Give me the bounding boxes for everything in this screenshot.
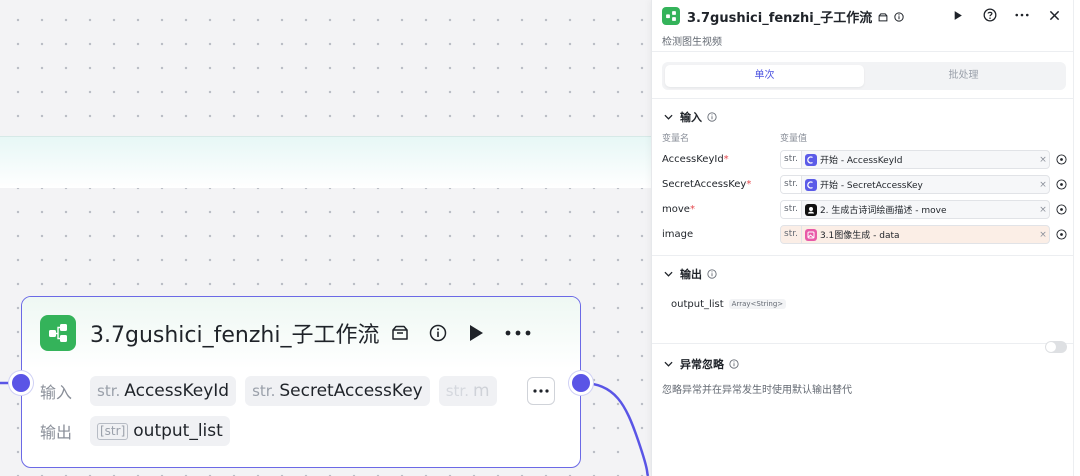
crosshair-icon[interactable] bbox=[1055, 154, 1067, 166]
tab-batch[interactable]: 批处理 bbox=[864, 65, 1063, 87]
image-gen-icon bbox=[804, 228, 817, 241]
chevron-down-icon[interactable] bbox=[662, 358, 674, 370]
more-icon[interactable] bbox=[505, 330, 531, 336]
info-icon[interactable] bbox=[707, 269, 717, 279]
panel-header: 3.7gushici_fenzhi_子工作流 检测图生视频 bbox=[652, 0, 1073, 52]
node-header[interactable]: 3.7gushici_fenzhi_子工作流 bbox=[22, 297, 580, 369]
col-var-name: 变量名 bbox=[662, 134, 690, 144]
value-field-secretaccesskey[interactable]: str. 开始 - SecretAccessKey × bbox=[780, 175, 1050, 194]
outputs-label: 输出 bbox=[40, 423, 73, 442]
crosshair-icon[interactable] bbox=[1055, 229, 1067, 241]
value-field-image[interactable]: str. 3.1图像生成 - data × bbox=[780, 225, 1050, 244]
input-section-title: 输入 bbox=[680, 111, 702, 124]
exception-section-header[interactable]: 异常忽略 bbox=[652, 350, 1073, 378]
bookmark-icon[interactable] bbox=[391, 325, 409, 341]
node-inputs-row: 输入 str. AccessKeyId str. SecretAccessKey s… bbox=[22, 373, 580, 409]
bookmark-icon[interactable] bbox=[878, 7, 888, 26]
input-row-secretaccesskey: SecretAccessKey* str. 开始 - SecretAccessK… bbox=[652, 172, 1073, 197]
node-config-panel: 3.7gushici_fenzhi_子工作流 检测图生视频 单次 批处理 输入 … bbox=[651, 0, 1073, 476]
clear-icon[interactable]: × bbox=[1037, 205, 1049, 215]
input-tag-accesskeyid: str. AccessKeyId bbox=[90, 376, 237, 406]
input-tag-move-truncated: str. m bbox=[438, 376, 497, 406]
input-row-image: image str. 3.1图像生成 - data × bbox=[652, 222, 1073, 247]
info-icon[interactable] bbox=[707, 112, 717, 122]
output-item: output_list Array<String> bbox=[652, 291, 1073, 317]
value-field-accesskeyid[interactable]: str. 开始 - AccessKeyId × bbox=[780, 150, 1050, 169]
output-section-title: 输出 bbox=[680, 268, 702, 281]
background-panel-edge bbox=[1073, 0, 1080, 476]
more-inputs-button[interactable] bbox=[527, 377, 555, 405]
subworkflow-node[interactable]: 3.7gushici_fenzhi_子工作流 输入 str. AccessKeyI… bbox=[21, 296, 581, 468]
run-icon[interactable] bbox=[949, 6, 967, 24]
run-mode-tabs: 单次 批处理 bbox=[662, 62, 1066, 90]
node-outputs-row: 输出 [str] output_list bbox=[22, 413, 580, 449]
panel-title: 3.7gushici_fenzhi_子工作流 bbox=[687, 10, 873, 26]
llm-icon bbox=[804, 203, 817, 216]
output-tag-output-list: [str] output_list bbox=[90, 416, 230, 446]
input-port[interactable] bbox=[9, 371, 33, 395]
value-field-move[interactable]: str. 2. 生成古诗词绘画描述 - move × bbox=[780, 200, 1050, 219]
start-icon bbox=[804, 153, 817, 166]
clear-icon[interactable]: × bbox=[1037, 230, 1049, 240]
tab-single[interactable]: 单次 bbox=[665, 65, 864, 87]
info-icon[interactable] bbox=[894, 7, 904, 26]
col-var-value: 变量值 bbox=[780, 134, 808, 144]
crosshair-icon[interactable] bbox=[1055, 204, 1067, 216]
close-icon[interactable] bbox=[1045, 6, 1063, 24]
info-icon[interactable] bbox=[429, 324, 447, 342]
help-icon[interactable] bbox=[981, 6, 999, 24]
output-port[interactable] bbox=[569, 371, 593, 395]
toggle-knob bbox=[1046, 342, 1056, 352]
run-icon[interactable] bbox=[467, 323, 485, 343]
exception-section-title: 异常忽略 bbox=[680, 358, 724, 371]
exception-description: 忽略异常并在异常发生时使用默认输出替代 bbox=[662, 385, 852, 396]
input-column-headers: 变量名 变量值 bbox=[652, 131, 1073, 147]
workflow-logo-icon bbox=[662, 7, 680, 25]
start-icon bbox=[804, 178, 817, 191]
input-tag-secretaccesskey: str. SecretAccessKey bbox=[245, 376, 430, 406]
output-name: output_list bbox=[671, 298, 724, 310]
output-type-badge: Array<String> bbox=[728, 299, 787, 309]
output-section-header[interactable]: 输出 bbox=[652, 260, 1073, 288]
crosshair-icon[interactable] bbox=[1055, 179, 1067, 191]
chevron-down-icon[interactable] bbox=[662, 111, 674, 123]
node-title: 3.7gushici_fenzhi_子工作流 bbox=[90, 323, 380, 348]
workflow-logo-icon bbox=[40, 315, 76, 351]
input-row-move: move* str. 2. 生成古诗词绘画描述 - move × bbox=[652, 197, 1073, 222]
chevron-down-icon[interactable] bbox=[662, 268, 674, 280]
exception-ignore-toggle[interactable] bbox=[1045, 341, 1067, 353]
input-row-accesskeyid: AccessKeyId* str. 开始 - AccessKeyId × bbox=[652, 147, 1073, 172]
clear-icon[interactable]: × bbox=[1037, 155, 1049, 165]
info-icon[interactable] bbox=[729, 359, 739, 369]
panel-description: 检测图生视频 bbox=[662, 37, 722, 48]
more-icon[interactable] bbox=[1013, 6, 1031, 24]
clear-icon[interactable]: × bbox=[1037, 180, 1049, 190]
input-section-header[interactable]: 输入 bbox=[652, 103, 1073, 131]
inputs-label: 输入 bbox=[40, 383, 73, 402]
